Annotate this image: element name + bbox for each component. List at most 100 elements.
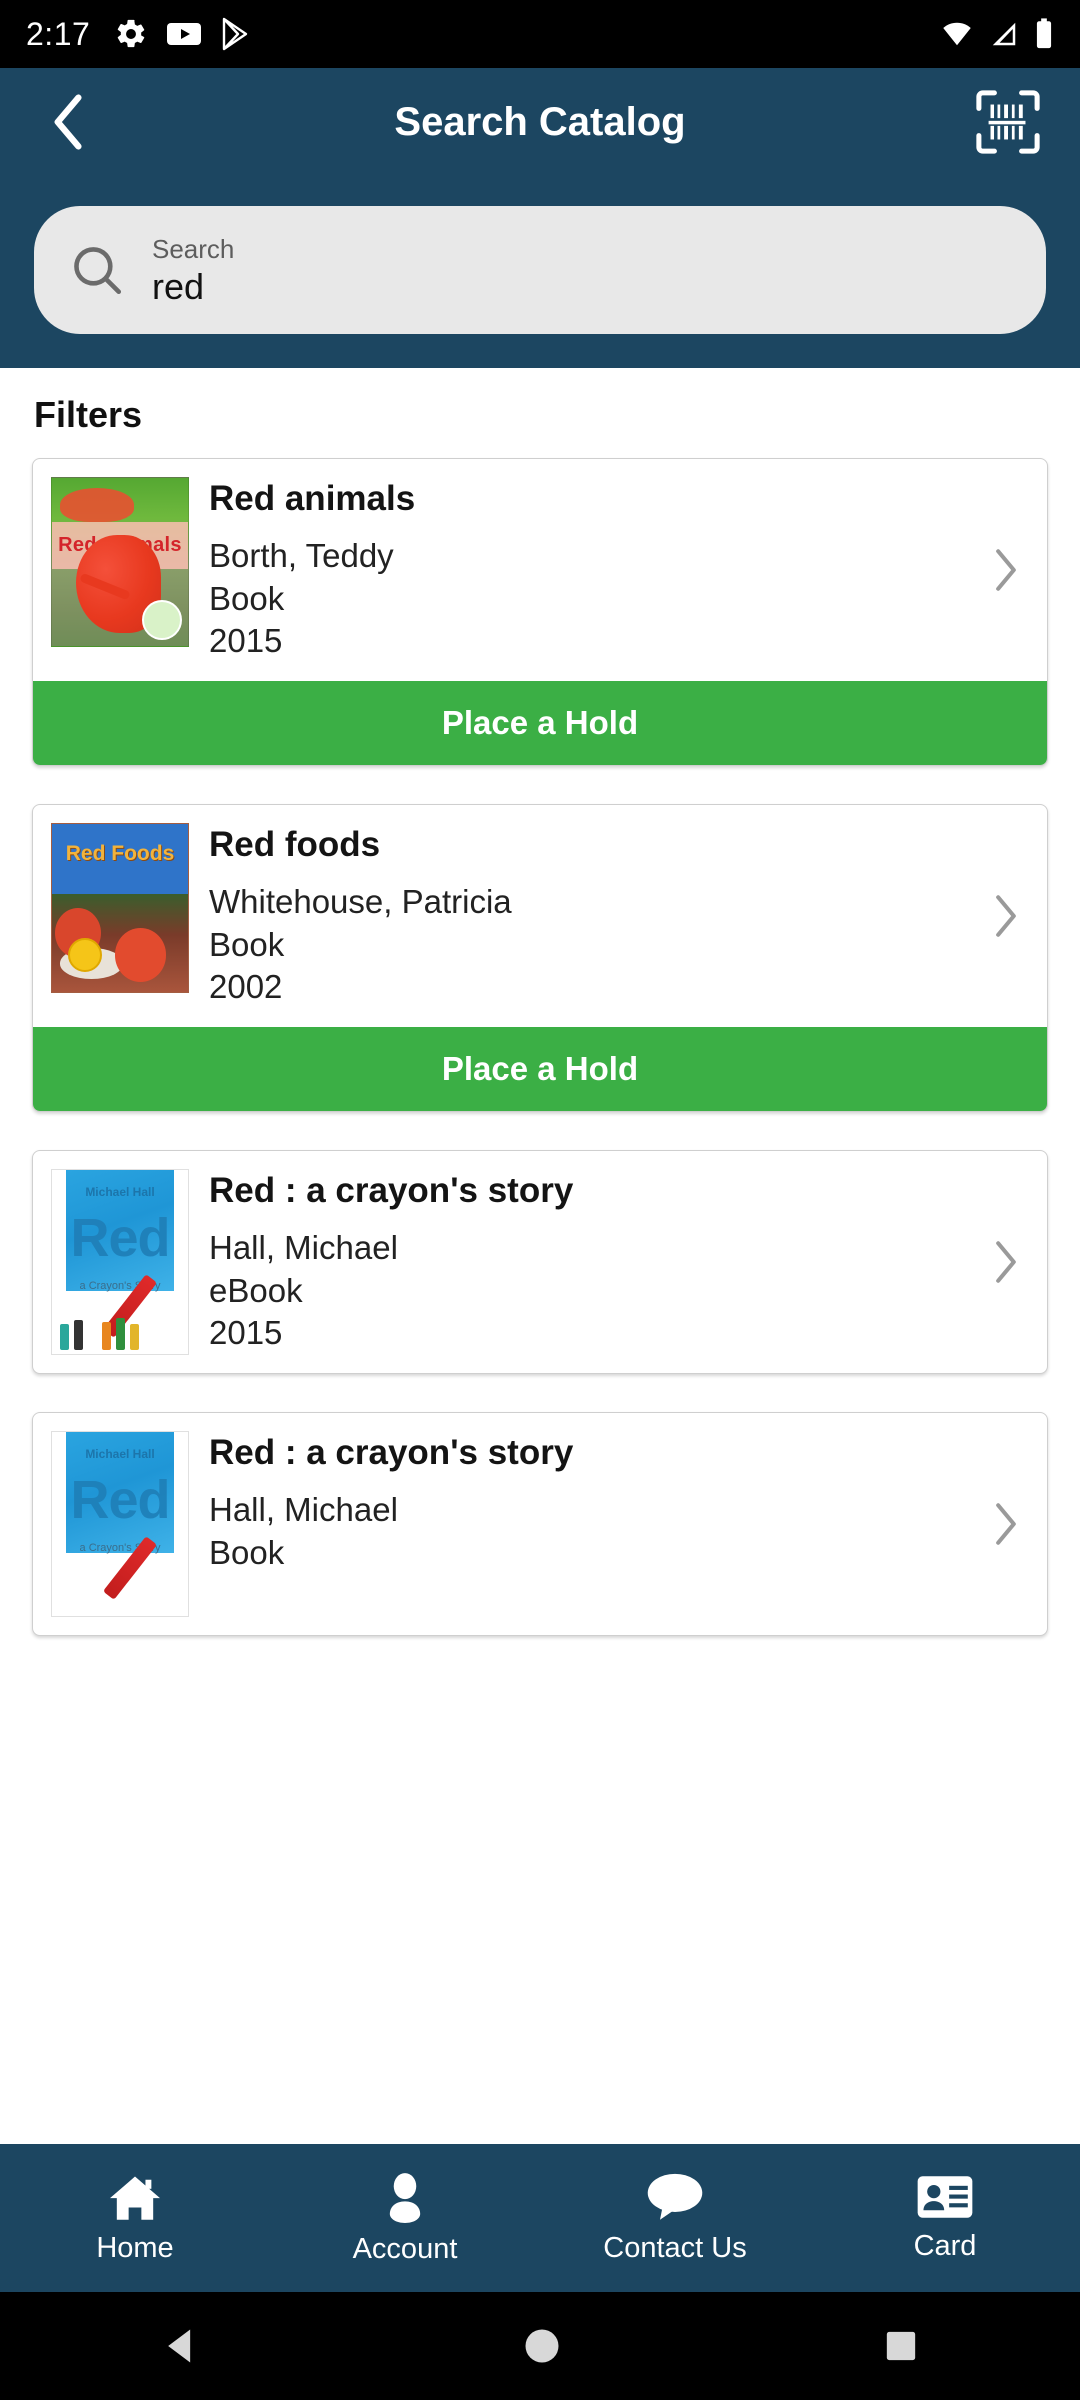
search-field-label: Search bbox=[152, 233, 235, 264]
app-bar: Search Catalog bbox=[0, 68, 1080, 176]
barcode-scan-button[interactable] bbox=[970, 84, 1046, 160]
result-title: Red animals bbox=[209, 479, 416, 518]
square-recents-icon[interactable] bbox=[881, 2326, 921, 2366]
crayon-black bbox=[74, 1319, 84, 1350]
crayon-teal bbox=[60, 1323, 70, 1350]
result-author: Whitehouse, Patricia bbox=[209, 883, 512, 921]
home-icon bbox=[110, 2176, 160, 2220]
result-card[interactable]: Michael Hall Red a Crayon's Story Red : … bbox=[32, 1149, 1048, 1374]
nav-item-home[interactable]: Home bbox=[0, 2172, 270, 2265]
result-format: Book bbox=[209, 579, 285, 617]
cover-art-tomato-2 bbox=[114, 928, 167, 982]
result-card-body[interactable]: Michael Hall Red a Crayon's Story Red : … bbox=[33, 1151, 1047, 1373]
battery-icon bbox=[1036, 18, 1052, 49]
barcode-scanner-icon bbox=[976, 90, 1040, 154]
result-metadata: Red animals Borth, Teddy Book 2015 bbox=[189, 477, 979, 663]
result-detail-arrow[interactable] bbox=[979, 545, 1033, 595]
nav-label-account: Account bbox=[352, 2232, 458, 2265]
nav-item-account[interactable]: Account bbox=[270, 2171, 540, 2266]
search-icon bbox=[74, 247, 122, 295]
cover-title-text: Red Foods bbox=[65, 842, 175, 866]
result-metadata: Red foods Whitehouse, Patricia Book 2002 bbox=[189, 823, 979, 1009]
chevron-right-icon bbox=[996, 1503, 1016, 1545]
cover-subtitle-text: a Crayon's Story bbox=[79, 1280, 161, 1293]
book-cover-image: Michael Hall Red a Crayon's Story bbox=[51, 1430, 189, 1617]
circle-home-icon[interactable] bbox=[520, 2324, 564, 2368]
cellular-signal-icon bbox=[992, 22, 1016, 46]
app-icon bbox=[223, 17, 248, 51]
search-input[interactable]: Search red bbox=[34, 206, 1046, 334]
person-icon bbox=[389, 2172, 421, 2223]
book-cover-image: Michael Hall Red a Crayon's Story bbox=[51, 1168, 189, 1355]
result-card[interactable]: Red Foods Red foods Whitehouse, Patricia… bbox=[32, 803, 1048, 1112]
result-detail-arrow[interactable] bbox=[979, 891, 1033, 941]
back-button[interactable] bbox=[34, 87, 104, 157]
search-zone: Search red bbox=[0, 176, 1080, 368]
search-field-value[interactable]: red bbox=[152, 264, 234, 309]
result-format: Book bbox=[209, 925, 285, 963]
result-author: Borth, Teddy bbox=[209, 537, 394, 575]
bottom-navigation-bar: Home Account Contact Us Card bbox=[0, 2144, 1080, 2292]
cover-award-badge bbox=[68, 937, 103, 972]
result-title: Red foods bbox=[209, 824, 381, 864]
triangle-back-icon[interactable] bbox=[159, 2324, 203, 2368]
nav-label-contact-us: Contact Us bbox=[603, 2231, 747, 2264]
cover-title-text: Red bbox=[70, 1207, 170, 1268]
page-title: Search Catalog bbox=[394, 99, 686, 144]
result-title: Red : a crayon's story bbox=[209, 1432, 574, 1472]
result-author: Hall, Michael bbox=[209, 1491, 398, 1529]
cover-subtitle-text: a Crayon's Story bbox=[79, 1542, 161, 1555]
place-a-hold-button[interactable]: Place a Hold bbox=[33, 1026, 1047, 1111]
cover-title-text: Red bbox=[70, 1469, 170, 1530]
result-detail-arrow[interactable] bbox=[979, 1499, 1033, 1549]
chevron-right-icon bbox=[996, 1241, 1016, 1283]
crayon-gap bbox=[88, 1342, 97, 1350]
status-bar-notification-icons bbox=[114, 17, 250, 51]
id-card-icon bbox=[917, 2175, 973, 2218]
crayon-yellow bbox=[130, 1323, 140, 1350]
status-time: 2:17 bbox=[26, 15, 91, 52]
book-cover-image: Red Foods bbox=[51, 822, 189, 993]
chevron-right-icon bbox=[996, 549, 1016, 591]
nav-item-card[interactable]: Card bbox=[810, 2174, 1080, 2263]
nav-label-card: Card bbox=[913, 2229, 977, 2262]
result-card-body[interactable]: Red Foods Red foods Whitehouse, Patricia… bbox=[33, 805, 1047, 1027]
result-card-body[interactable]: Red Animals Red animals Borth, Teddy Boo… bbox=[33, 459, 1047, 681]
place-a-hold-button[interactable]: Place a Hold bbox=[33, 680, 1047, 765]
result-metadata: Red : a crayon's story Hall, Michael Boo… bbox=[189, 1431, 979, 1574]
android-system-navigation bbox=[0, 2292, 1080, 2400]
search-text-wrapper: Search red bbox=[152, 231, 234, 310]
cover-art-crayon-row bbox=[60, 1317, 180, 1350]
cover-author-text: Michael Hall bbox=[85, 1446, 155, 1461]
result-author: Hall, Michael bbox=[209, 1229, 398, 1267]
nav-item-contact-us[interactable]: Contact Us bbox=[540, 2172, 810, 2265]
status-bar: 2:17 bbox=[0, 0, 1080, 68]
result-card[interactable]: Michael Hall Red a Crayon's Story Red : … bbox=[32, 1411, 1048, 1636]
result-format: Book bbox=[209, 1533, 285, 1571]
speech-bubble-icon bbox=[647, 2173, 703, 2220]
result-year: 2002 bbox=[209, 968, 283, 1006]
result-year: 2015 bbox=[209, 1314, 283, 1352]
cover-art-bird-back bbox=[60, 488, 134, 522]
status-bar-system-icons bbox=[940, 17, 1054, 51]
results-list: Filters Red Animals Red animals Borth, T… bbox=[0, 368, 1080, 1636]
result-card[interactable]: Red Animals Red animals Borth, Teddy Boo… bbox=[32, 458, 1048, 766]
chevron-right-icon bbox=[996, 895, 1016, 937]
cover-author-text: Michael Hall bbox=[85, 1184, 155, 1199]
wifi-icon bbox=[943, 22, 971, 46]
cover-award-badge bbox=[142, 600, 182, 640]
result-format: eBook bbox=[209, 1271, 303, 1309]
result-title: Red : a crayon's story bbox=[209, 1170, 574, 1210]
result-detail-arrow[interactable] bbox=[979, 1237, 1033, 1287]
settings-gear-icon bbox=[118, 19, 145, 48]
youtube-icon bbox=[167, 23, 202, 45]
result-year: 2015 bbox=[209, 622, 283, 660]
chevron-left-icon bbox=[54, 94, 82, 150]
nav-label-home: Home bbox=[96, 2231, 174, 2264]
cover-sky: Red Foods bbox=[52, 823, 188, 895]
filters-heading[interactable]: Filters bbox=[32, 368, 1048, 458]
crayon-green bbox=[116, 1317, 126, 1350]
result-metadata: Red : a crayon's story Hall, Michael eBo… bbox=[189, 1169, 979, 1355]
crayon-orange bbox=[102, 1321, 112, 1350]
result-card-body[interactable]: Michael Hall Red a Crayon's Story Red : … bbox=[33, 1413, 1047, 1635]
